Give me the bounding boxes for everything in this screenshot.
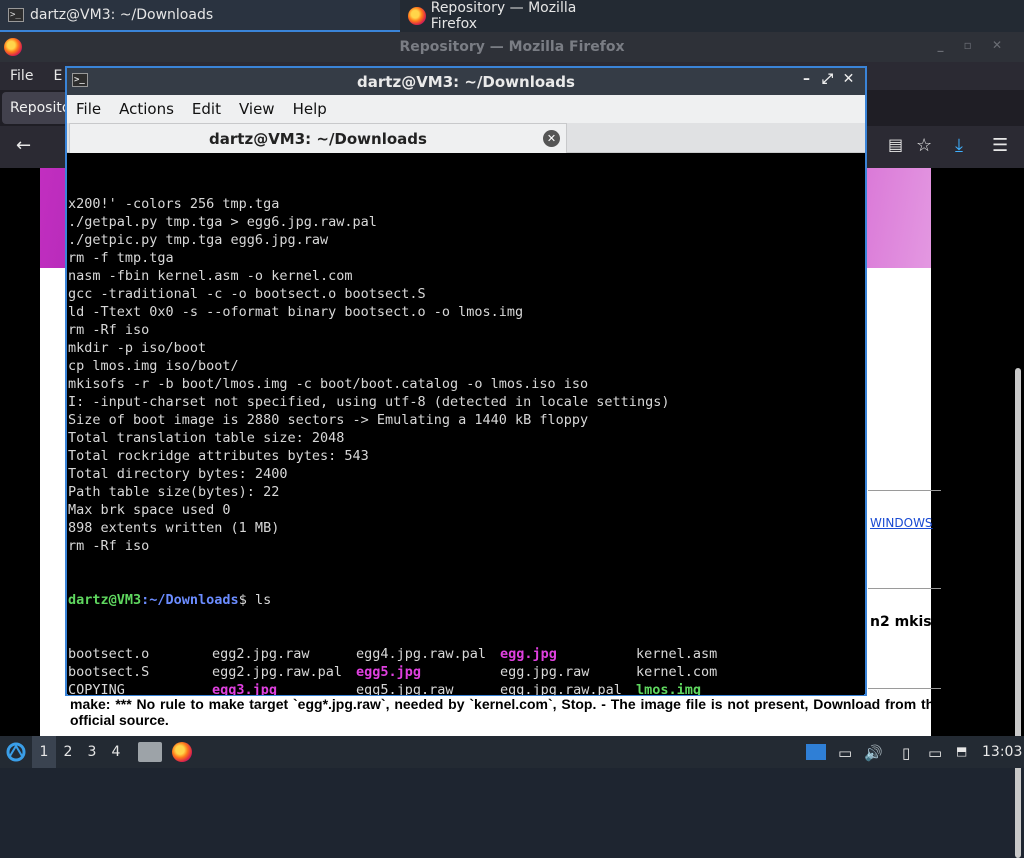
page-note: make: *** No rule to make target `egg*.j… (70, 696, 942, 728)
hamburger-menu-icon[interactable]: ☰ (992, 135, 1008, 156)
terminal-icon: >_ (72, 73, 88, 87)
terminal-menu-edit[interactable]: Edit (183, 100, 230, 118)
output-line: nasm -fbin kernel.asm -o kernel.com (68, 268, 353, 284)
ls-entry: egg.jpg (500, 646, 557, 662)
terminal-tabbar: dartz@VM3: ~/Downloads ✕ (67, 123, 865, 153)
terminal-window-title: dartz@VM3: ~/Downloads (357, 72, 575, 91)
terminal-menu-view[interactable]: View (230, 100, 284, 118)
firefox-window-title: Repository — Mozilla Firefox (399, 39, 625, 55)
terminal-menu-file[interactable]: File (67, 100, 110, 118)
firefox-window-controls[interactable]: _ ▫ ✕ (937, 38, 1010, 52)
ls-entry: kernel.com (636, 664, 718, 680)
output-line: ld -Ttext 0x0 -s --oformat binary bootse… (68, 304, 524, 320)
clock[interactable]: 13:03 (982, 744, 1022, 760)
page-text-fragment: n2 mkisofs (870, 614, 956, 630)
taskbar-item-label: Repository — Mozilla Firefox (430, 0, 577, 32)
app-menu-icon[interactable] (0, 736, 32, 768)
updates-icon[interactable]: ⬒ (956, 744, 967, 758)
terminal-menu-actions[interactable]: Actions (110, 100, 183, 118)
top-panel: >_ dartz@VM3: ~/Downloads Repository — M… (0, 0, 1024, 32)
prompt-line: dartz@VM3:~/Downloads$ ls (68, 591, 864, 609)
output-line: mkdir -p iso/boot (68, 340, 207, 356)
firefox-titlebar: Repository — Mozilla Firefox _ ▫ ✕ (0, 32, 1024, 62)
output-line: Total rockridge attributes bytes: 543 (68, 448, 369, 464)
ls-entry: bootsect.o (68, 646, 150, 662)
ls-output: bootsect.o egg2.jpg.raw egg4.jpg.raw.pal eg… (68, 645, 864, 695)
output-lines: x200!' -colors 256 tmp.tga ./getpal.py tm… (68, 195, 864, 555)
firefox-icon (408, 7, 426, 25)
network-icon[interactable]: ▭ (928, 744, 942, 762)
terminal-tab[interactable]: dartz@VM3: ~/Downloads ✕ (69, 123, 567, 153)
terminal-titlebar[interactable]: >_ dartz@VM3: ~/Downloads – ⤢ ✕ (67, 68, 865, 95)
ls-entry: egg5.jpg (356, 664, 422, 680)
ls-entry: egg.jpg.raw (500, 664, 590, 680)
notes-icon[interactable]: ▯ (902, 744, 910, 762)
volume-icon[interactable]: 🔊 (864, 744, 883, 762)
firefox-menu-file[interactable]: File (0, 68, 43, 84)
terminal-window-controls: – ⤢ ✕ (796, 71, 859, 87)
output-line: gcc -traditional -c -o bootsect.o bootse… (68, 286, 426, 302)
ls-entry: COPYING (68, 682, 125, 695)
page-margin (931, 168, 984, 736)
workspace-1[interactable]: 1 (32, 736, 56, 768)
prompt-user: dartz@VM3 (68, 592, 142, 608)
close-icon[interactable]: ✕ (838, 71, 859, 87)
minimize-icon[interactable]: – (796, 71, 817, 87)
command-text: ls (246, 592, 272, 608)
output-line: rm -Rf iso (68, 322, 150, 338)
output-line: ./getpal.py tmp.tga > egg6.jpg.raw.pal (68, 214, 377, 230)
reader-view-icon[interactable]: ▤ (888, 135, 903, 154)
divider (868, 688, 941, 689)
output-line: Max brk space used 0 (68, 502, 231, 518)
clipboard-icon[interactable]: ▭ (838, 744, 852, 762)
output-line: mkisofs -r -b boot/lmos.img -c boot/boot… (68, 376, 589, 392)
output-line: Path table size(bytes): 22 (68, 484, 280, 500)
terminal-window: >_ dartz@VM3: ~/Downloads – ⤢ ✕ File Act… (65, 66, 867, 696)
ls-entry: bootsect.S (68, 664, 150, 680)
prompt-symbol: $ (238, 592, 247, 608)
back-icon[interactable]: ← (16, 135, 31, 156)
terminal-output[interactable]: x200!' -colors 256 tmp.tga ./getpal.py tm… (68, 159, 864, 695)
ls-entry: egg2.jpg.raw (212, 646, 310, 662)
desktop-icon[interactable] (806, 744, 826, 760)
output-line: I: -input-charset not specified, using u… (68, 394, 670, 410)
output-line: Size of boot image is 2880 sectors -> Em… (68, 412, 589, 428)
output-line: x200!' -colors 256 tmp.tga (68, 196, 280, 212)
file-manager-icon[interactable] (138, 742, 162, 762)
prompt-path: :~/Downloads (141, 592, 239, 608)
ls-entry: egg4.jpg.raw.pal (356, 646, 487, 662)
ls-entry: egg.jpg.raw.pal (500, 682, 622, 695)
ls-entry: egg5.jpg.raw (356, 682, 454, 695)
firefox-launcher-icon[interactable] (172, 742, 192, 762)
divider (868, 588, 941, 589)
download-icon[interactable]: ⤓ (955, 135, 963, 156)
firefox-icon (4, 38, 22, 56)
terminal-menubar: File Actions Edit View Help (67, 95, 865, 123)
maximize-icon[interactable]: ⤢ (817, 71, 838, 87)
terminal-tab-title: dartz@VM3: ~/Downloads (209, 130, 427, 148)
output-line: rm -Rf iso (68, 538, 150, 554)
output-line: ./getpic.py tmp.tga egg6.jpg.raw (68, 232, 329, 248)
bookmark-star-icon[interactable]: ☆ (916, 135, 932, 156)
windows-link[interactable]: WINDOWS (870, 516, 933, 530)
output-line: Total translation table size: 2048 (68, 430, 345, 446)
workspace-4[interactable]: 4 (104, 744, 128, 760)
workspace-2[interactable]: 2 (56, 744, 80, 760)
ls-entry: egg2.jpg.raw.pal (212, 664, 343, 680)
ls-entry: lmos.img (636, 682, 702, 695)
output-line: Total directory bytes: 2400 (68, 466, 288, 482)
taskbar-item-firefox[interactable]: Repository — Mozilla Firefox (0, 0, 624, 32)
output-line: cp lmos.img iso/boot/ (68, 358, 239, 374)
firefox-scrollbar[interactable] (1015, 368, 1021, 858)
divider (868, 490, 941, 491)
firefox-tab[interactable]: Reposito (2, 92, 68, 124)
output-line: 898 extents written (1 MB) (68, 520, 280, 536)
ls-entry: egg3.jpg (212, 682, 278, 695)
ls-entry: kernel.asm (636, 646, 718, 662)
output-line: rm -f tmp.tga (68, 250, 174, 266)
workspace-3[interactable]: 3 (80, 744, 104, 760)
tab-close-icon[interactable]: ✕ (543, 130, 560, 147)
terminal-menu-help[interactable]: Help (284, 100, 336, 118)
